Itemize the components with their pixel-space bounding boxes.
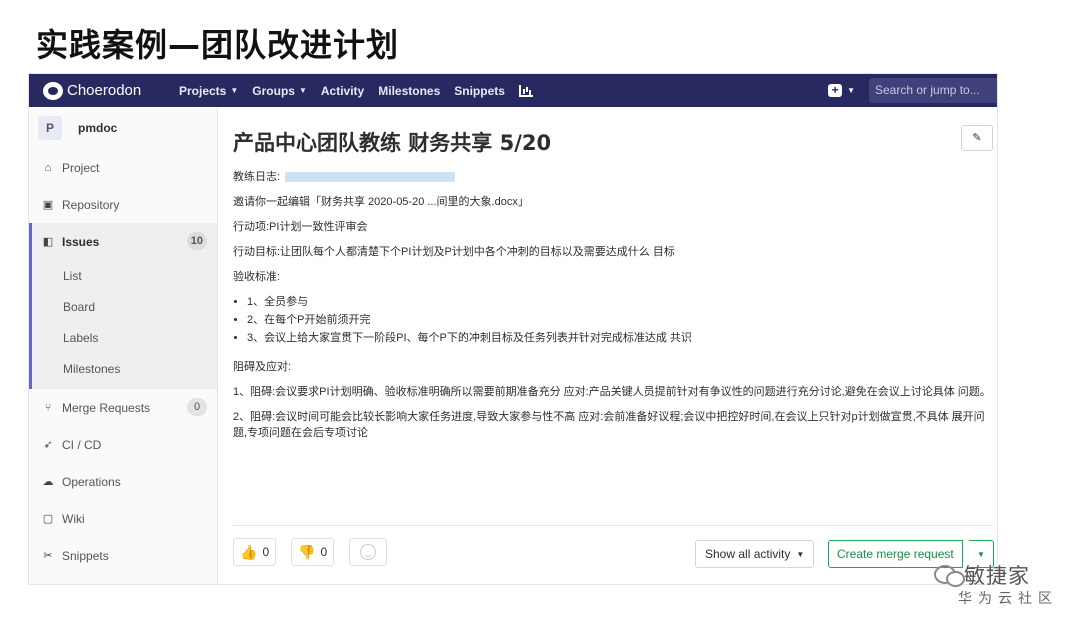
issues-icon: ◧ bbox=[42, 236, 54, 248]
thumbs-down-icon: 👎 bbox=[298, 543, 316, 560]
issues-count-badge: 10 bbox=[186, 232, 207, 250]
list-item: 2、在每个P开始前须开完 bbox=[247, 312, 993, 328]
sidebar-item-operations[interactable]: ☁ Operations bbox=[29, 463, 217, 500]
sidebar-item-project[interactable]: ⌂ Project bbox=[29, 149, 217, 186]
smiley-icon bbox=[360, 544, 376, 560]
merge-request-icon: ⑂ bbox=[44, 401, 52, 414]
brand[interactable]: Choerodon bbox=[43, 81, 165, 100]
sidebar-item-repository[interactable]: ▣ Repository bbox=[29, 186, 217, 223]
sidebar-item-issues[interactable]: ◧ Issues 10 bbox=[29, 223, 217, 260]
sidebar-item-wiki[interactable]: ▢ Wiki bbox=[29, 500, 217, 537]
action-goal: 行动目标:让团队每个人都清楚下个PI计划及P计划中各个冲刺的目标以及需要达成什么… bbox=[233, 246, 675, 258]
thumbs-up-icon: 👍 bbox=[240, 543, 258, 560]
watermark-name: 敏捷家 bbox=[964, 564, 1030, 588]
nav-snippets[interactable]: Snippets bbox=[454, 84, 505, 98]
chevron-down-icon: ▼ bbox=[796, 549, 805, 559]
sidebar-project-header[interactable]: P pmdoc bbox=[29, 107, 217, 149]
sidebar-item-snippets[interactable]: ✂ Snippets bbox=[29, 537, 217, 574]
nav-milestones[interactable]: Milestones bbox=[378, 84, 440, 98]
sidebar-subitem-list[interactable]: List bbox=[32, 260, 217, 291]
acceptance-label: 验收标准: bbox=[233, 271, 281, 283]
sidebar-subitem-milestones[interactable]: Milestones bbox=[32, 353, 217, 384]
sidebar-item-label: Wiki bbox=[62, 511, 85, 526]
edit-button[interactable]: ✎ bbox=[961, 125, 993, 151]
thumbs-down-count: 0 bbox=[320, 545, 328, 559]
thumbs-up-button[interactable]: 👍 0 bbox=[233, 538, 277, 566]
divider bbox=[233, 525, 993, 526]
acceptance-list: 1、全员参与 2、在每个P开始前须开完 3、会议上给大家宣贯下一阶段PI、每个P… bbox=[247, 294, 993, 346]
file-icon: ▣ bbox=[42, 199, 54, 211]
sidebar-item-label: Operations bbox=[62, 474, 121, 489]
chevron-down-icon: ▼ bbox=[977, 550, 985, 559]
sidebar-item-label: Merge Requests bbox=[62, 400, 151, 415]
show-activity-dropdown[interactable]: Show all activity ▼ bbox=[695, 540, 815, 568]
watermark: 敏捷家 华为云社区 bbox=[932, 560, 1072, 612]
chevron-down-icon: ▼ bbox=[847, 86, 855, 95]
issue-title: 产品中心团队教练 财务共享 5/20 bbox=[233, 131, 552, 155]
action-item: 行动项:PI计划一致性评审会 bbox=[233, 221, 368, 233]
gitlab-window: Choerodon Projects ▼ Groups ▼ Activity Mil… bbox=[28, 73, 998, 585]
nav-groups-label: Groups bbox=[252, 83, 295, 98]
redacted-link bbox=[285, 172, 456, 183]
home-icon: ⌂ bbox=[44, 161, 52, 174]
thumbs-down-button[interactable]: 👎 0 bbox=[291, 538, 335, 566]
book-icon: ▢ bbox=[42, 513, 54, 525]
chevron-down-icon: ▼ bbox=[298, 86, 307, 95]
sidebar-subitem-board[interactable]: Board bbox=[32, 291, 217, 322]
wechat-logo-icon bbox=[932, 563, 965, 587]
thumbs-up-count: 0 bbox=[262, 545, 270, 559]
obstacles-label: 阻碍及应对: bbox=[233, 361, 292, 373]
coach-log-line: 教练日志: bbox=[233, 169, 993, 185]
nav-activity[interactable]: Activity bbox=[321, 84, 364, 98]
list-item: 1、全员参与 bbox=[247, 294, 993, 310]
sidebar-item-label: CI / CD bbox=[62, 437, 102, 452]
coach-log-label: 教练日志: bbox=[233, 171, 281, 183]
invite-link[interactable]: 邀请你一起编辑「财务共享 2020-05-20 ...间里的大象.docx」 bbox=[233, 194, 993, 210]
pencil-icon: ✎ bbox=[972, 132, 982, 144]
merge-label: Create merge request bbox=[837, 547, 954, 561]
watermark-sub: 华为云社区 bbox=[958, 591, 1058, 607]
activity-label: Show all activity bbox=[705, 547, 791, 561]
obstacle-1: 1、阻碍:会议要求PI计划明确、验收标准明确所以需要前期准备充分 应对:产品关键… bbox=[233, 386, 991, 398]
sidebar-item-merge-requests[interactable]: ⑂ Merge Requests 0 bbox=[29, 389, 217, 426]
sidebar: P pmdoc ⌂ Project ▣ Repository ◧ Issues … bbox=[29, 107, 218, 584]
chart-icon[interactable] bbox=[518, 84, 533, 97]
plus-icon: + bbox=[828, 84, 843, 97]
obstacle-2: 2、阻碍:会议时间可能会比较长影响大家任务进度,导致大家参与性不高 应对:会前准… bbox=[233, 411, 985, 439]
rocket-icon: ➶ bbox=[43, 439, 53, 451]
project-name: pmdoc bbox=[78, 121, 118, 135]
top-navbar: Choerodon Projects ▼ Groups ▼ Activity Mil… bbox=[29, 74, 997, 107]
brand-name: Choerodon bbox=[67, 82, 142, 99]
issue-description: 教练日志: 邀请你一起编辑「财务共享 2020-05-20 ...间里的大象.d… bbox=[233, 169, 993, 450]
nav-projects-label: Projects bbox=[179, 83, 227, 98]
chevron-down-icon: ▼ bbox=[230, 86, 239, 95]
sidebar-item-label: Issues bbox=[62, 234, 100, 249]
sidebar-item-label: Repository bbox=[62, 197, 120, 212]
merge-requests-count-badge: 0 bbox=[187, 398, 207, 416]
add-reaction-button[interactable] bbox=[349, 538, 387, 566]
sidebar-item-ci-cd[interactable]: ➶ CI / CD bbox=[29, 426, 217, 463]
sidebar-item-label: Snippets bbox=[62, 548, 109, 563]
cloud-gear-icon: ☁ bbox=[42, 476, 54, 488]
issues-submenu: List Board Labels Milestones bbox=[29, 260, 217, 389]
choerodon-logo-icon bbox=[43, 81, 63, 100]
sidebar-item-label: Project bbox=[62, 160, 100, 175]
project-avatar: P bbox=[38, 116, 62, 140]
new-dropdown-button[interactable]: + ▼ bbox=[828, 84, 855, 97]
nav-projects[interactable]: Projects ▼ bbox=[179, 84, 238, 98]
issue-main: 产品中心团队教练 财务共享 5/20 ✎ 教练日志: 邀请你一起编辑「财务共享 … bbox=[219, 107, 997, 584]
list-item: 3、会议上给大家宣贯下一阶段PI、每个P下的冲刺目标及任务列表并针对完成标准达成… bbox=[247, 330, 993, 346]
search-input[interactable]: Search or jump to... bbox=[869, 78, 997, 103]
slide-title: 实践案例—团队改进计划 bbox=[36, 26, 400, 64]
scissors-icon: ✂ bbox=[43, 550, 53, 562]
nav-groups[interactable]: Groups ▼ bbox=[252, 84, 307, 98]
sidebar-subitem-labels[interactable]: Labels bbox=[32, 322, 217, 353]
